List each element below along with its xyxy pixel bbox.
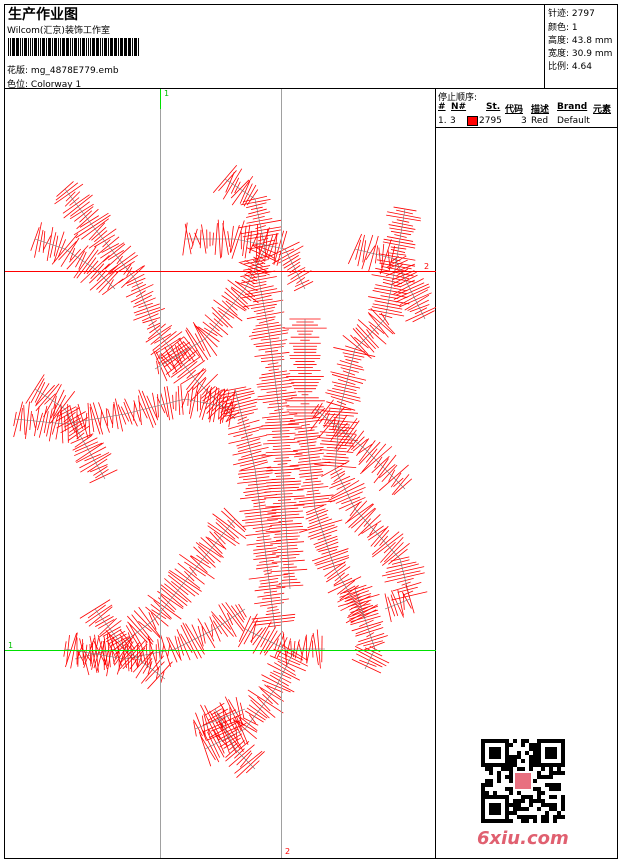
stitch-centerline <box>339 348 356 410</box>
guide-green-vertical[interactable] <box>160 89 161 109</box>
row-code: 3 <box>521 116 527 126</box>
production-worksheet: 生产作业图 Wilcom(汇京)装饰工作室 花版: mg_4878E779.em… <box>0 0 620 860</box>
stitch-centerline <box>354 248 396 260</box>
row-stitches: 2795 <box>479 116 502 126</box>
stitch-centerline <box>204 288 246 340</box>
stitch-centerline <box>14 418 66 425</box>
col-desc: 描述 <box>531 105 550 115</box>
guide-label-right: 2 <box>424 262 430 271</box>
stat-height: 高度: 43.8 mm <box>548 36 613 46</box>
guide-red-horizontal[interactable] <box>5 271 436 272</box>
stitch-centerline <box>134 278 156 330</box>
stitch-centerline <box>244 688 276 730</box>
design-filename: mg_4878E779.emb <box>30 66 119 76</box>
color-swatch <box>467 116 478 126</box>
row-n: 3 <box>450 116 456 126</box>
stitch-mark <box>405 306 436 322</box>
stat-scale: 比例: 4.64 <box>548 62 592 72</box>
col-stitches: St. <box>486 102 501 112</box>
stitch-centerline <box>354 318 386 350</box>
stat-width: 宽度: 30.9 mm <box>548 49 613 59</box>
stitch-centerline <box>384 268 396 320</box>
grid-line-vertical <box>160 89 161 858</box>
stitch-centerline <box>124 648 166 680</box>
row-index: 1. <box>438 116 447 126</box>
stitch-centerline <box>364 448 406 490</box>
col-code: 代码 <box>505 105 524 115</box>
embroidery-design <box>13 164 436 778</box>
design-file: 花版: mg_4878E779.emb <box>7 63 119 76</box>
page-title: 生产作业图 <box>8 7 78 23</box>
col-element: 元素 <box>593 105 612 115</box>
guide-green-horizontal[interactable] <box>5 650 436 651</box>
stat-colors: 颜色: 1 <box>548 23 578 33</box>
grid-line-vertical <box>281 89 282 858</box>
barcode <box>8 38 184 56</box>
company-name: Wilcom(汇京)装饰工作室 <box>7 26 110 36</box>
guide-label-top: 1 <box>164 89 170 98</box>
stat-stitches: 针迹: 2797 <box>548 9 595 19</box>
row-brand: Default <box>557 116 590 126</box>
row-desc: Red <box>531 116 549 126</box>
col-n: N# <box>451 102 467 112</box>
col-brand: Brand <box>557 102 588 112</box>
design-label: 花版: <box>7 66 29 76</box>
qr-code <box>481 739 565 823</box>
guide-label-left: 1 <box>8 641 14 650</box>
watermark: 6xiu.com <box>477 828 569 849</box>
design-canvas[interactable]: 1 2 1 2 <box>5 89 436 858</box>
stitch-centerline <box>64 413 126 425</box>
guide-label-bottom: 2 <box>285 847 291 856</box>
col-index: # <box>438 102 446 112</box>
